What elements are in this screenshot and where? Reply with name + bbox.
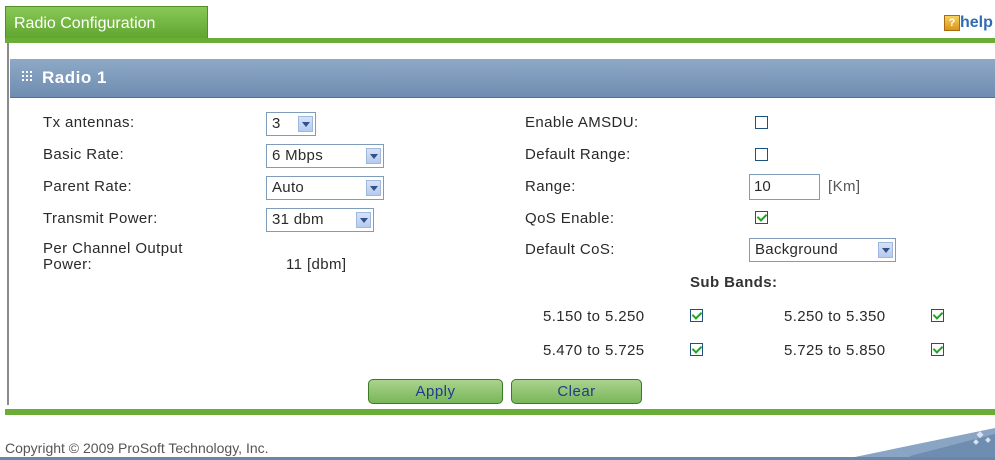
transmit-power-label: Transmit Power: [43,210,158,227]
clear-button[interactable]: Clear [511,379,642,404]
qos-enable-checkbox[interactable] [755,211,768,224]
default-cos-select[interactable]: Background [749,238,896,262]
range-unit: [Km] [828,178,861,195]
chevron-down-icon [878,242,893,258]
grip-icon [22,71,34,83]
parent-rate-select[interactable]: Auto [266,176,384,200]
chevron-down-icon [356,212,371,228]
range-input[interactable]: 10 [749,174,820,200]
sub-band-label: 5.250 to 5.350 [784,308,886,325]
footer-swoosh-graphic [850,428,995,460]
transmit-power-value: 31 dbm [272,211,324,228]
default-cos-label: Default CoS: [525,241,615,258]
default-range-label: Default Range: [525,146,631,163]
per-channel-label-line1: Per Channel Output [43,240,183,257]
enable-amsdu-checkbox[interactable] [755,116,768,129]
tx-antennas-select[interactable]: 3 [266,112,316,136]
help-icon: ? [944,15,960,31]
basic-rate-select[interactable]: 6 Mbps [266,144,384,168]
range-label: Range: [525,178,576,195]
sub-band-label: 5.150 to 5.250 [543,308,645,325]
tx-antennas-label: Tx antennas: [43,114,135,131]
header-rule [10,97,995,98]
chevron-down-icon [366,148,381,164]
basic-rate-value: 6 Mbps [272,147,323,164]
bottom-divider [5,409,995,415]
default-cos-value: Background [755,241,839,258]
enable-amsdu-label: Enable AMSDU: [525,114,639,131]
radio-panel-header: Radio 1 [10,59,995,97]
sub-band-checkbox[interactable] [931,343,944,356]
sub-band-label: 5.470 to 5.725 [543,342,645,359]
help-label: help [960,14,993,31]
sub-band-checkbox[interactable] [690,343,703,356]
basic-rate-label: Basic Rate: [43,146,125,163]
per-channel-label-line2: Power: [43,256,93,273]
copyright-text: Copyright © 2009 ProSoft Technology, Inc… [5,440,269,456]
sub-band-label: 5.725 to 5.850 [784,342,886,359]
per-channel-output-power-value: 11 [dbm] [286,256,347,273]
tx-antennas-value: 3 [272,115,281,132]
parent-rate-value: Auto [272,179,305,196]
transmit-power-select[interactable]: 31 dbm [266,208,374,232]
qos-enable-label: QoS Enable: [525,210,615,227]
chevron-down-icon [366,180,381,196]
default-range-checkbox[interactable] [755,148,768,161]
chevron-down-icon [298,116,313,132]
apply-button[interactable]: Apply [368,379,503,404]
sub-bands-title: Sub Bands: [690,274,778,291]
page-title-tab: Radio Configuration [5,6,208,39]
parent-rate-label: Parent Rate: [43,178,133,195]
help-link[interactable]: ? help [944,14,993,34]
sub-band-checkbox[interactable] [690,309,703,322]
per-channel-output-power-label: Per Channel Output Power: [43,241,183,273]
radio-panel-title: Radio 1 [42,68,107,87]
sub-band-checkbox[interactable] [931,309,944,322]
